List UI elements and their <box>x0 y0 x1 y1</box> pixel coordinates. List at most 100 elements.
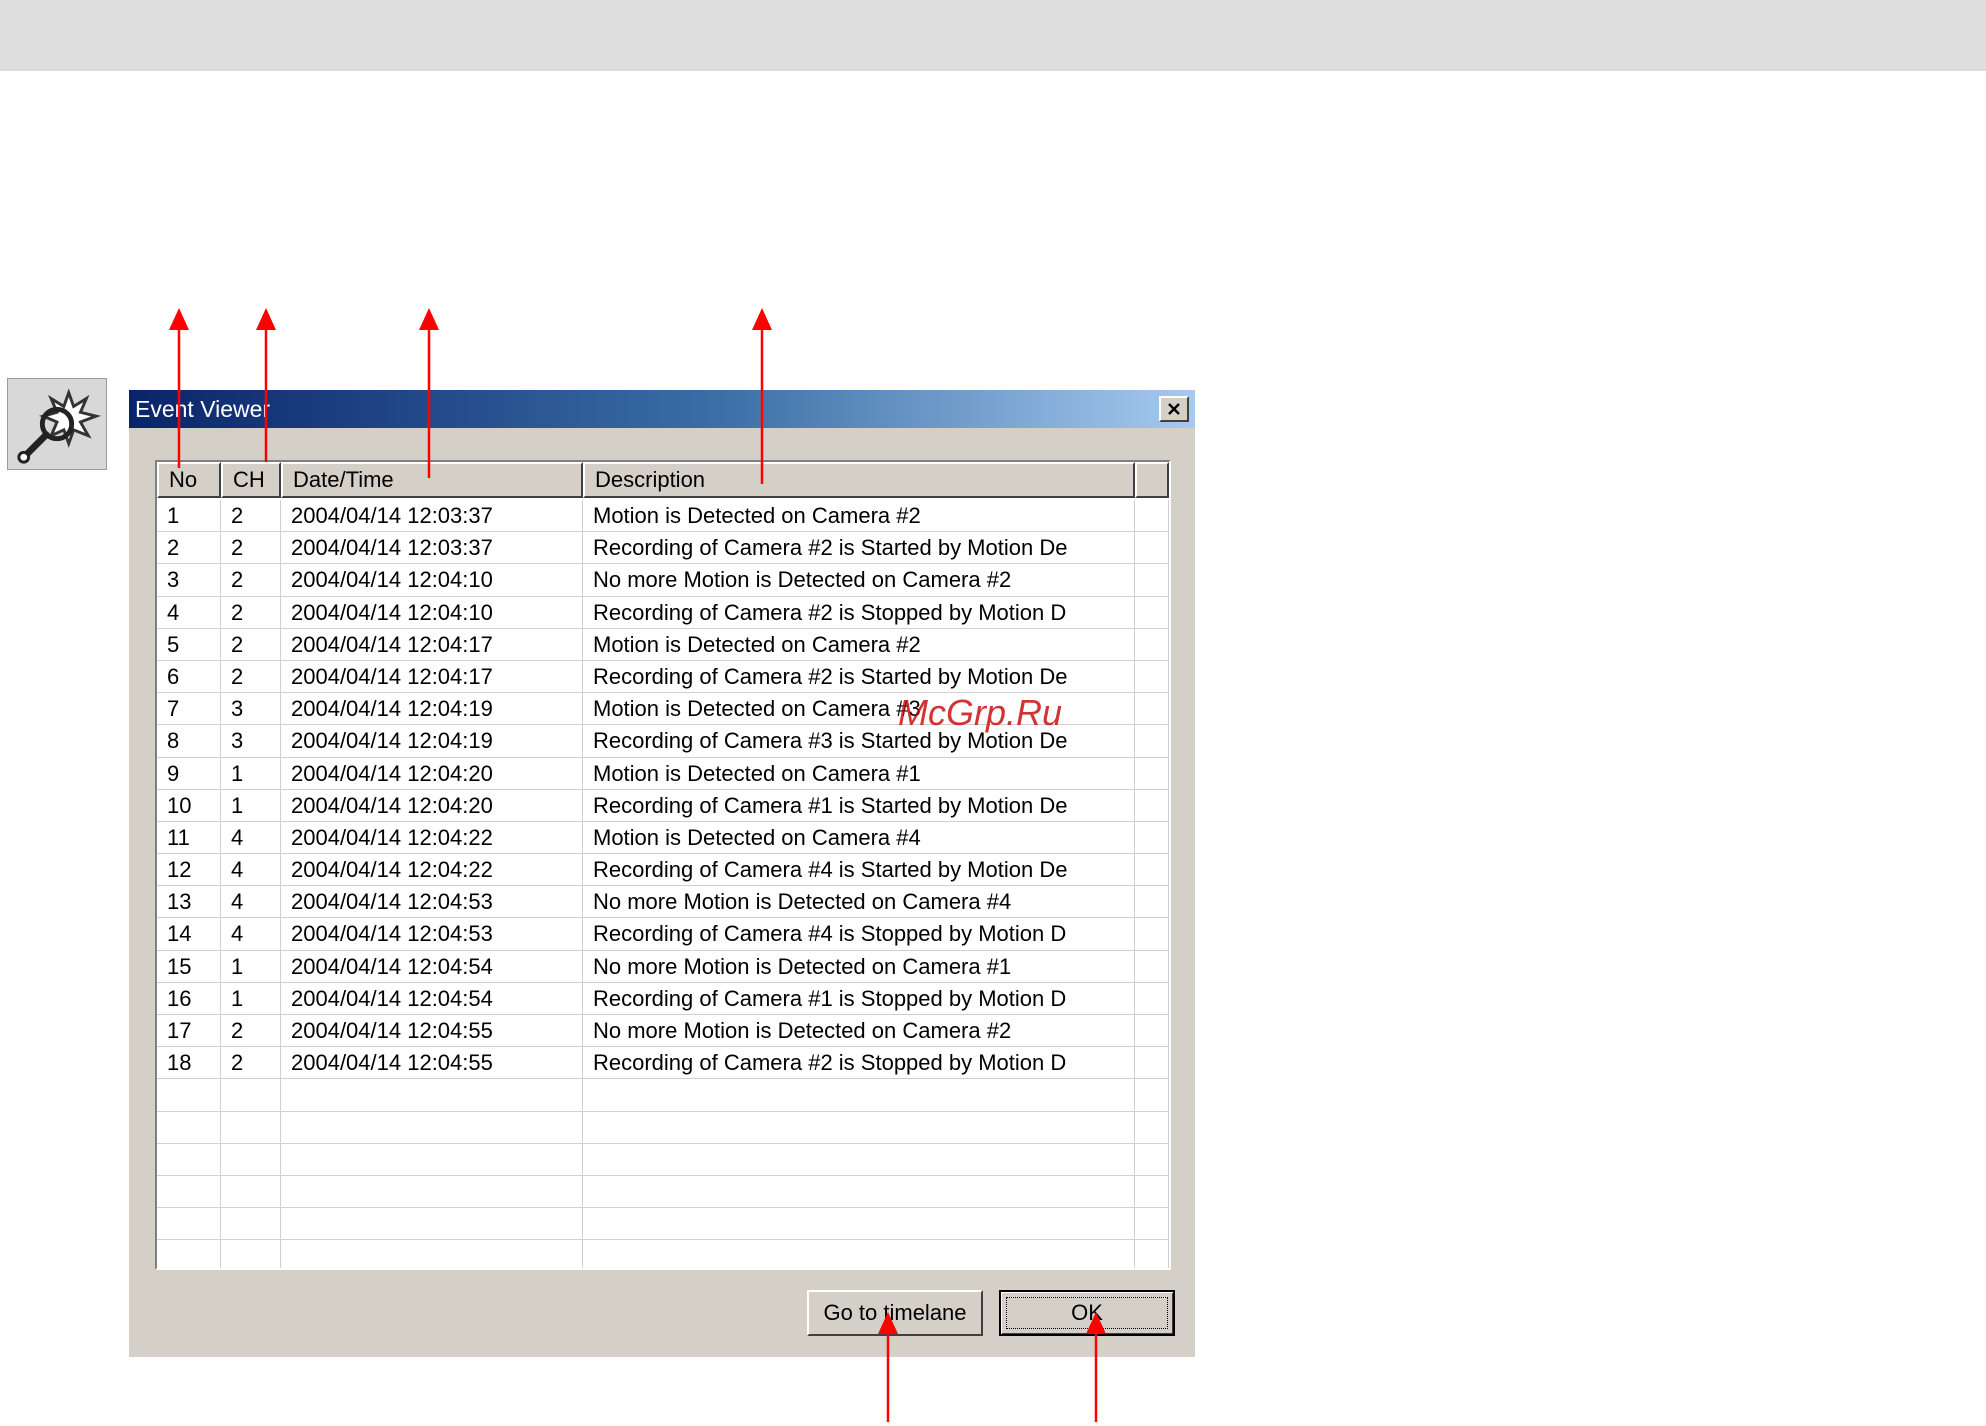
top-banner <box>0 0 1986 71</box>
cell-spacer <box>1135 789 1169 822</box>
table-row[interactable] <box>157 1175 1169 1209</box>
cell-datetime: 2004/04/14 12:04:19 <box>281 693 583 726</box>
cell-description: No more Motion is Detected on Camera #2 <box>583 1015 1135 1048</box>
cell-datetime: 2004/04/14 12:04:20 <box>281 757 583 790</box>
cell-no: 2 <box>157 532 221 565</box>
table-row[interactable]: 17 2 2004/04/14 12:04:55 No more Motion is … <box>157 1015 1169 1048</box>
cell-datetime <box>281 1208 583 1241</box>
cell-spacer <box>1135 532 1169 565</box>
table-row[interactable]: 4 2 2004/04/14 12:04:10 Recording of Camera… <box>157 596 1169 629</box>
cell-datetime <box>281 1111 583 1144</box>
cell-datetime: 2004/04/14 12:04:17 <box>281 660 583 694</box>
cell-description: Motion is Detected on Camera #4 <box>583 821 1135 855</box>
cell-spacer <box>1135 1047 1169 1080</box>
cell-description: Recording of Camera #1 is Started by Mot… <box>583 789 1135 822</box>
table-row[interactable] <box>157 1143 1169 1176</box>
cell-spacer <box>1135 982 1169 1015</box>
go-to-timelane-button[interactable]: Go to timelane <box>807 1290 983 1336</box>
cell-spacer <box>1135 1175 1169 1209</box>
table-row[interactable]: 2 2 2004/04/14 12:03:37 Recording of Camera… <box>157 532 1169 565</box>
cell-no <box>157 1111 221 1144</box>
column-header-ch[interactable]: CH <box>221 462 281 498</box>
ok-button[interactable]: OK <box>999 1290 1175 1336</box>
cell-spacer <box>1135 918 1169 951</box>
table-row[interactable]: 18 2 2004/04/14 12:04:55 Recording of Camer… <box>157 1047 1169 1080</box>
cell-ch: 1 <box>221 950 281 983</box>
table-row[interactable] <box>157 1240 1169 1268</box>
cell-no: 18 <box>157 1047 221 1080</box>
table-row[interactable] <box>157 1208 1169 1241</box>
table-header: No CH Date/Time Description <box>157 462 1169 498</box>
table-row[interactable]: 13 4 2004/04/14 12:04:53 No more Motion is … <box>157 886 1169 919</box>
watermark: McGrp.Ru <box>898 692 1063 733</box>
cell-datetime: 2004/04/14 12:04:53 <box>281 886 583 919</box>
cell-no <box>157 1079 221 1112</box>
cell-ch: 4 <box>221 886 281 919</box>
event-viewer-dialog: Event Viewer No CH Date/Time Description… <box>129 390 1195 1357</box>
cell-spacer <box>1135 757 1169 790</box>
cell-description: Recording of Camera #2 is Started by Mot… <box>583 532 1135 565</box>
table-row[interactable]: 5 2 2004/04/14 12:04:17 Motion is Detected … <box>157 628 1169 661</box>
cell-ch: 1 <box>221 982 281 1015</box>
column-header-no[interactable]: No <box>157 462 221 498</box>
cell-description: Motion is Detected on Camera #1 <box>583 757 1135 790</box>
cell-spacer <box>1135 1079 1169 1112</box>
column-header-description[interactable]: Description <box>583 462 1135 498</box>
cell-ch: 2 <box>221 660 281 694</box>
cell-no: 4 <box>157 596 221 629</box>
cell-description: No more Motion is Detected on Camera #2 <box>583 564 1135 597</box>
close-button[interactable] <box>1159 396 1189 422</box>
cell-datetime: 2004/04/14 12:04:54 <box>281 950 583 983</box>
cell-ch <box>221 1111 281 1144</box>
table-body: 1 2 2004/04/14 12:03:37 Motion is Detected … <box>157 500 1169 1268</box>
cell-description <box>583 1208 1135 1241</box>
cell-ch <box>221 1208 281 1241</box>
table-row[interactable] <box>157 1111 1169 1144</box>
cell-ch: 2 <box>221 500 281 533</box>
cell-spacer <box>1135 1240 1169 1268</box>
cell-no <box>157 1240 221 1268</box>
cell-ch <box>221 1143 281 1176</box>
cell-description: No more Motion is Detected on Camera #4 <box>583 886 1135 919</box>
column-header-datetime[interactable]: Date/Time <box>281 462 583 498</box>
cell-ch: 4 <box>221 854 281 887</box>
table-row[interactable] <box>157 1079 1169 1112</box>
cell-ch: 2 <box>221 1047 281 1080</box>
cell-datetime <box>281 1079 583 1112</box>
cell-spacer <box>1135 500 1169 533</box>
cell-description: Recording of Camera #1 is Stopped by Mot… <box>583 982 1135 1015</box>
table-row[interactable]: 6 2 2004/04/14 12:04:17 Recording of Camera… <box>157 660 1169 694</box>
cell-no <box>157 1175 221 1209</box>
event-list[interactable]: No CH Date/Time Description 1 2 2004/04/14… <box>155 460 1171 1270</box>
table-row[interactable]: 11 4 2004/04/14 12:04:22 Motion is Detected… <box>157 821 1169 855</box>
cell-datetime: 2004/04/14 12:04:17 <box>281 628 583 661</box>
cell-no: 17 <box>157 1015 221 1048</box>
cell-no: 9 <box>157 757 221 790</box>
cell-no: 12 <box>157 854 221 887</box>
cell-datetime: 2004/04/14 12:04:54 <box>281 982 583 1015</box>
table-row[interactable]: 15 1 2004/04/14 12:04:54 No more Motion is … <box>157 950 1169 983</box>
cell-datetime: 2004/04/14 12:04:55 <box>281 1015 583 1048</box>
cell-spacer <box>1135 1111 1169 1144</box>
table-row[interactable]: 12 4 2004/04/14 12:04:22 Recording of Camer… <box>157 854 1169 887</box>
title-bar: Event Viewer <box>129 390 1195 428</box>
cell-datetime: 2004/04/14 12:04:53 <box>281 918 583 951</box>
cell-no: 7 <box>157 693 221 726</box>
table-row[interactable]: 3 2 2004/04/14 12:04:10 No more Motion is D… <box>157 564 1169 597</box>
cell-ch: 3 <box>221 693 281 726</box>
table-row[interactable]: 16 1 2004/04/14 12:04:54 Recording of Camer… <box>157 982 1169 1015</box>
cell-no <box>157 1208 221 1241</box>
table-row[interactable]: 14 4 2004/04/14 12:04:53 Recording of Camer… <box>157 918 1169 951</box>
cell-description: No more Motion is Detected on Camera #1 <box>583 950 1135 983</box>
table-row[interactable]: 9 1 2004/04/14 12:04:20 Motion is Detected … <box>157 757 1169 790</box>
cell-datetime <box>281 1143 583 1176</box>
cell-datetime: 2004/04/14 12:03:37 <box>281 500 583 533</box>
cell-description <box>583 1143 1135 1176</box>
column-header-spacer <box>1135 462 1169 498</box>
table-row[interactable]: 10 1 2004/04/14 12:04:20 Recording of Camer… <box>157 789 1169 822</box>
table-row[interactable]: 1 2 2004/04/14 12:03:37 Motion is Detected … <box>157 500 1169 533</box>
cell-no: 13 <box>157 886 221 919</box>
cell-datetime: 2004/04/14 12:04:22 <box>281 854 583 887</box>
cell-ch: 4 <box>221 918 281 951</box>
event-viewer-icon[interactable] <box>7 378 107 470</box>
